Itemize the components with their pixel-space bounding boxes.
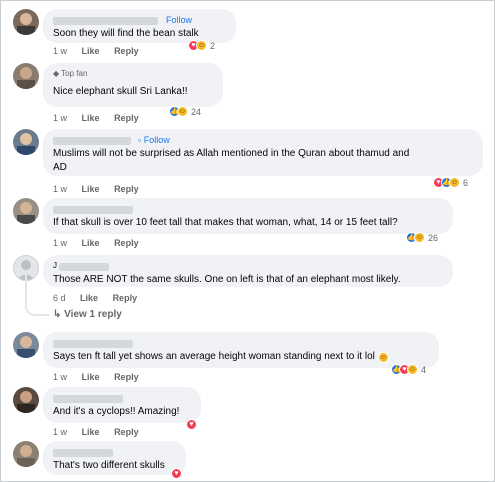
comment-text-body: Says ten ft tall yet shows an average he… [53, 351, 375, 362]
author-name[interactable] [53, 449, 113, 457]
avatar[interactable] [13, 332, 39, 358]
diamond-icon: ◆ [53, 69, 60, 78]
reply-button[interactable]: Reply [113, 293, 138, 303]
reply-thread-line [25, 272, 49, 316]
haha-reaction-icon: ☺ [196, 40, 207, 51]
comment-bubble: ◆ Top fan Nice elephant skull Sri Lanka!! [43, 63, 223, 107]
comment-meta: 1 w Like Reply [53, 238, 151, 248]
comment-text: Nice elephant skull Sri Lanka!! [53, 86, 188, 97]
comment-bubble: If that skull is over 10 feet tall that … [43, 198, 453, 234]
comment-meta: 1 w Like Reply [53, 184, 151, 194]
comment-bubble: Says ten ft tall yet shows an average he… [43, 332, 439, 368]
haha-reaction-icon: ☺ [407, 364, 418, 375]
haha-reaction-icon: ☺ [177, 106, 188, 117]
comment-meta: 1 w Like Reply [53, 427, 151, 437]
comment-text-line: Muslims will not be surprised as Allah m… [53, 148, 410, 159]
timestamp[interactable]: 1 w [53, 113, 67, 123]
like-button[interactable]: Like [82, 238, 100, 248]
comment-bubble: That's two different skulls [43, 441, 186, 475]
reply-button[interactable]: Reply [114, 184, 139, 194]
comment-text: If that skull is over 10 feet tall that … [53, 217, 398, 228]
timestamp[interactable]: 1 w [53, 184, 67, 194]
author-name[interactable] [53, 340, 133, 348]
reply-button[interactable]: Reply [114, 372, 139, 382]
reply-arrow-icon: ↳ [53, 309, 62, 320]
avatar[interactable] [13, 129, 39, 155]
view-replies-label: View 1 reply [64, 309, 122, 320]
author-name[interactable] [53, 137, 131, 145]
follow-link[interactable]: Follow [166, 15, 192, 25]
reaction-summary[interactable]: ♥ [186, 418, 197, 431]
like-button[interactable]: Like [82, 113, 100, 123]
timestamp[interactable]: 1 w [53, 427, 67, 437]
reply-button[interactable]: Reply [114, 46, 139, 56]
like-button[interactable]: Like [82, 427, 100, 437]
comment-text: Those ARE NOT the same skulls. One on le… [53, 274, 401, 285]
haha-reaction-icon: ☺ [414, 232, 425, 243]
avatar[interactable] [13, 9, 39, 35]
avatar[interactable] [13, 63, 39, 89]
reaction-count: 4 [421, 364, 427, 375]
like-button[interactable]: Like [82, 46, 100, 56]
reaction-count: 26 [428, 232, 439, 243]
timestamp[interactable]: 1 w [53, 46, 67, 56]
author-name[interactable] [53, 206, 133, 214]
comment-meta: 1 w Like Reply [53, 372, 151, 382]
reaction-summary[interactable]: 👍 ☺ 26 [406, 231, 438, 244]
reaction-count: 6 [463, 177, 469, 188]
comment-text: And it's a cyclops!! Amazing! [53, 406, 180, 417]
comment-meta: 1 w Like Reply [53, 113, 151, 123]
follow-label: Follow [143, 135, 170, 145]
author-name-blurred [59, 263, 109, 271]
timestamp[interactable]: 1 w [53, 372, 67, 382]
comment-text: Says ten ft tall yet shows an average he… [53, 350, 429, 364]
love-reaction-icon: ♥ [171, 468, 182, 479]
comment-text-line: AD [53, 162, 67, 173]
badge-label: Top fan [61, 69, 88, 78]
laughing-emoji-icon: ☺ [377, 352, 389, 363]
comment-meta: 1 w Like Reply [53, 46, 151, 56]
author-name[interactable]: J [53, 261, 57, 270]
like-button[interactable]: Like [82, 372, 100, 382]
love-reaction-icon: ♥ [186, 419, 197, 430]
author-name[interactable] [53, 395, 123, 403]
view-replies-link[interactable]: ↳ View 1 reply [53, 309, 122, 320]
comment-bubble: J Those ARE NOT the same skulls. One on … [43, 255, 453, 287]
reply-button[interactable]: Reply [114, 427, 139, 437]
reaction-summary[interactable]: 👍 ♥ ☺ 4 [391, 363, 426, 376]
like-button[interactable]: Like [82, 184, 100, 194]
avatar[interactable] [13, 387, 39, 413]
comments-panel: Follow Soon they will find the bean stal… [0, 0, 495, 482]
comment-bubble: Follow Soon they will find the bean stal… [43, 9, 236, 43]
follow-link[interactable]: ▫ Follow [138, 135, 170, 145]
reaction-summary[interactable]: 👍 ☺ 24 [169, 105, 201, 118]
reaction-summary[interactable]: ♥ [171, 467, 182, 480]
reaction-summary[interactable]: ♥ ☺ 2 [188, 39, 215, 52]
comment-bubble: And it's a cyclops!! Amazing! [43, 387, 201, 423]
like-button[interactable]: Like [80, 293, 98, 303]
author-name[interactable] [53, 17, 158, 25]
reaction-count: 2 [210, 40, 216, 51]
comment-bubble: ▫ Follow Muslims will not be surprised a… [43, 129, 483, 176]
reply-button[interactable]: Reply [114, 113, 139, 123]
avatar[interactable] [13, 198, 39, 224]
reaction-summary[interactable]: ♥ 👍 ☺ 6 [433, 176, 468, 189]
timestamp[interactable]: 6 d [53, 293, 66, 303]
reaction-count: 24 [191, 106, 202, 117]
timestamp[interactable]: 1 w [53, 238, 67, 248]
comment-meta: 6 d Like Reply [53, 293, 149, 303]
top-fan-badge: ◆ Top fan [53, 69, 213, 81]
avatar[interactable] [13, 441, 39, 467]
reply-button[interactable]: Reply [114, 238, 139, 248]
haha-reaction-icon: ☺ [449, 177, 460, 188]
comment-text: That's two different skulls [53, 460, 165, 471]
